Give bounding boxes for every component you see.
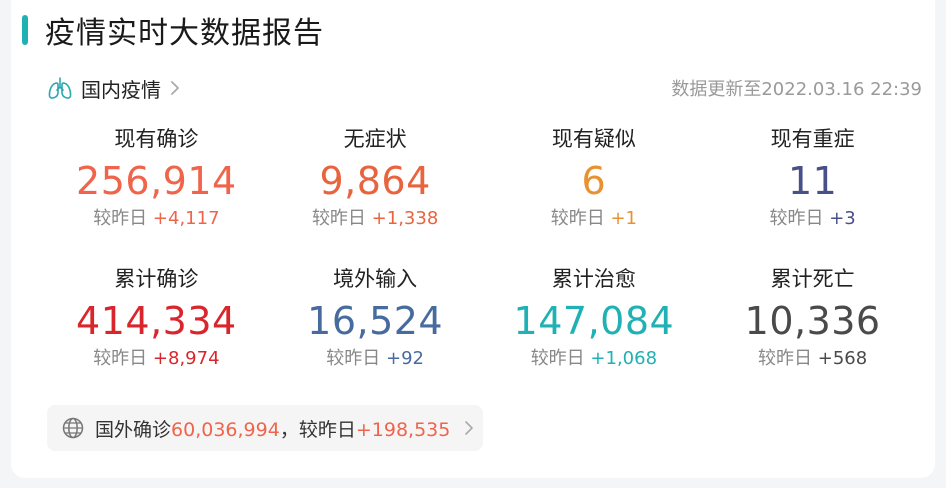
stat-delta: 较昨日 +568 [703,346,922,372]
stat-label: 累计确诊 [114,267,199,291]
stat-value: 414,334 [76,299,237,343]
stat-current-confirmed: 现有确诊 256,914 较昨日 +4,117 [47,122,266,262]
delta-value: +1,338 [371,208,439,229]
stat-total-confirmed: 累计确诊 414,334 较昨日 +8,974 [47,262,266,402]
stats-row: 累计确诊 414,334 较昨日 +8,974 境外输入 16,524 较昨日 … [47,262,922,402]
update-timestamp: 数据更新至2022.03.16 22:39 [671,79,922,100]
delta-value: +568 [817,348,868,369]
stat-label: 无症状 [343,127,407,151]
delta-value: +4,117 [152,208,220,229]
globe-icon [62,417,84,439]
report-card: 疫情实时大数据报告 国内疫情 数据更新至2022.03.16 22:39 现有确… [11,0,935,478]
delta-prefix: 较昨日 [769,208,824,229]
delta-prefix: 较昨日 [326,348,381,369]
stat-label: 现有重症 [770,127,855,151]
foreign-value: 60,036,994 [171,418,280,441]
stat-value: 147,084 [513,299,675,343]
stat-delta: 较昨日 +92 [266,346,485,372]
stat-current-severe: 现有重症 11 较昨日 +3 [703,122,922,262]
delta-prefix: 较昨日 [93,208,148,229]
stat-delta: 较昨日 +4,117 [47,206,266,232]
delta-value: +3 [829,208,856,229]
stat-value: 256,914 [76,159,237,203]
foreign-summary-button[interactable]: 国外确诊60,036,994，较昨日+198,535 [47,405,483,451]
title-accent-bar [22,15,28,45]
stat-value: 16,524 [307,299,444,343]
foreign-delta: +198,535 [355,418,451,441]
lungs-icon [48,77,72,99]
delta-prefix: 较昨日 [93,348,148,369]
foreign-separator: ， [279,418,299,441]
stat-current-suspected: 现有疑似 6 较昨日 +1 [485,122,704,262]
stat-delta: 较昨日 +8,974 [47,346,266,372]
stat-delta: 较昨日 +1,338 [266,206,485,232]
stat-asymptomatic: 无症状 9,864 较昨日 +1,338 [266,122,485,262]
foreign-delta-label: 较昨日 [298,418,356,441]
chevron-right-icon [465,421,474,435]
header: 疫情实时大数据报告 [22,10,324,51]
stat-delta: 较昨日 +1,068 [485,346,704,372]
domestic-header: 国内疫情 数据更新至2022.03.16 22:39 [47,72,922,104]
delta-value: +1 [610,208,638,229]
stats-grid: 现有确诊 256,914 较昨日 +4,117 无症状 9,864 较昨日 +1… [47,122,922,402]
stat-label: 累计死亡 [770,267,855,291]
stat-label: 累计治愈 [551,267,636,291]
foreign-summary-text: 国外确诊60,036,994，较昨日+198,535 [95,415,450,442]
stat-label: 境外输入 [333,267,418,291]
stat-label: 现有疑似 [551,127,636,151]
chevron-right-icon [171,81,179,95]
delta-prefix: 较昨日 [550,208,605,229]
stat-delta: 较昨日 +3 [703,206,922,232]
delta-prefix: 较昨日 [758,348,813,369]
stat-value: 9,864 [319,159,431,203]
domestic-label: 国内疫情 [81,77,161,102]
stat-total-deaths: 累计死亡 10,336 较昨日 +568 [703,262,922,402]
delta-value: +8,974 [152,348,220,369]
stat-imported: 境外输入 16,524 较昨日 +92 [266,262,485,402]
stat-total-cured: 累计治愈 147,084 较昨日 +1,068 [485,262,704,402]
stat-value: 10,336 [744,299,881,343]
stat-value: 6 [581,159,607,203]
foreign-label: 国外确诊 [95,418,172,441]
delta-value: +92 [385,348,424,369]
stats-row: 现有确诊 256,914 较昨日 +4,117 无症状 9,864 较昨日 +1… [47,122,922,262]
stat-value: 11 [787,159,838,203]
page-title: 疫情实时大数据报告 [45,16,324,51]
stat-label: 现有确诊 [114,127,199,151]
stat-delta: 较昨日 +1 [485,206,704,232]
delta-prefix: 较昨日 [311,208,366,229]
domestic-link[interactable]: 国内疫情 [47,74,181,103]
delta-value: +1,068 [590,348,658,369]
delta-prefix: 较昨日 [530,348,585,369]
